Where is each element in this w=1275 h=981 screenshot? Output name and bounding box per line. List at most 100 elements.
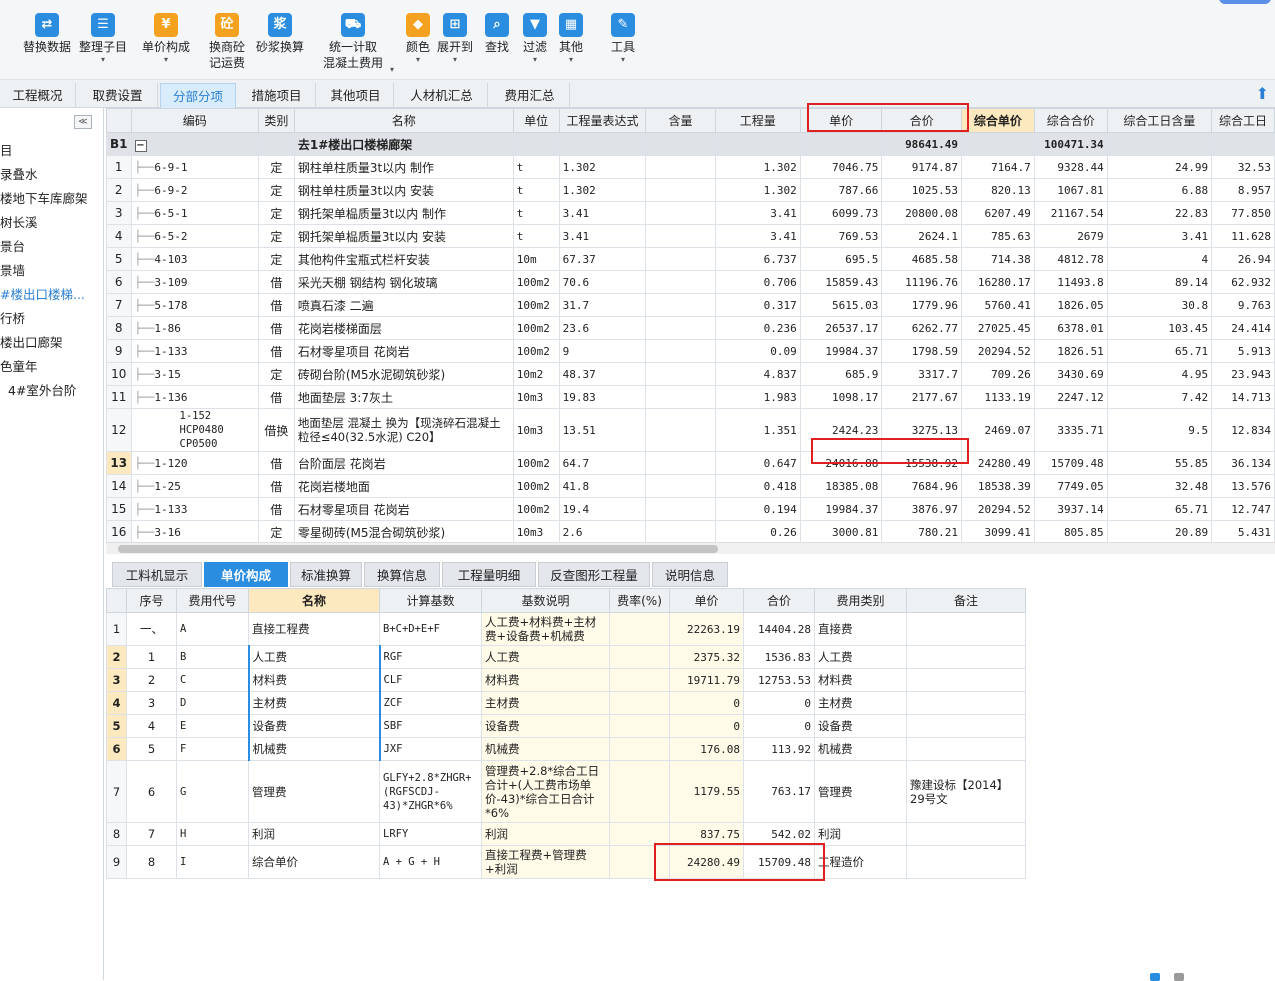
table-cell: 2 bbox=[126, 668, 177, 692]
group-row[interactable]: B1− 去1#楼出口楼梯廊架 98641.49 100471.34 bbox=[106, 132, 1275, 156]
column-header[interactable]: 名称 bbox=[248, 588, 380, 613]
bottom-tab-1[interactable]: 单价构成 bbox=[204, 562, 288, 587]
table-row[interactable]: 15 ├──1-133 借石材零星项目 花岗岩 100m2 19.4 0.194 19984… bbox=[106, 497, 1275, 521]
table-row[interactable]: 16 ├──3-16 定零星砌砖(M5混合砌筑砂浆) 10m3 2.6 0.26 3000.… bbox=[106, 520, 1275, 542]
table-row[interactable]: 10 ├──3-15 定砖砌台阶(M5水泥砌筑砂浆) 10m2 48.37 4.837 68… bbox=[106, 362, 1275, 386]
tree-node[interactable]: 景墙 bbox=[0, 260, 25, 282]
table-row[interactable]: 3 ├──6-5-1 定钢托架单榀质量3t以内 制作 t 3.41 3.41 6099.73… bbox=[106, 201, 1275, 225]
toolbar-button-filter[interactable]: ▼ 过滤 ▾ bbox=[521, 8, 549, 65]
toolbar-button-color[interactable]: ◆ 颜色 ▾ bbox=[404, 8, 432, 65]
horizontal-scrollbar[interactable] bbox=[106, 542, 1275, 554]
column-header[interactable]: 名称 bbox=[293, 108, 514, 133]
tab-2[interactable]: 分部分项 bbox=[160, 83, 236, 108]
column-header[interactable]: 单价 bbox=[669, 588, 744, 613]
table-row[interactable]: 13 ├──1-120 借台阶面层 花岗岩 100m2 64.7 0.647 24016.8… bbox=[106, 451, 1275, 475]
toolbar-button-find[interactable]: ⌕ 查找 bbox=[482, 8, 512, 55]
column-header[interactable]: 合价 bbox=[881, 108, 963, 133]
table-row[interactable]: 1 ├──6-9-1 定钢柱单柱质量3t以内 制作 t 1.302 1.302 7046.7… bbox=[106, 155, 1275, 179]
column-header[interactable]: 序号 bbox=[126, 588, 177, 613]
column-header[interactable]: 费用代号 bbox=[176, 588, 249, 613]
tree-node[interactable]: 目 bbox=[0, 140, 13, 162]
column-header[interactable]: 费率(%) bbox=[609, 588, 670, 613]
column-header[interactable]: 备注 bbox=[906, 588, 1026, 613]
tab-1[interactable]: 取费设置 bbox=[78, 83, 158, 108]
toolbar-button-organize-items[interactable]: ☰ 整理子目 ▾ bbox=[78, 8, 128, 65]
bottom-tab-4[interactable]: 工程量明细 bbox=[442, 562, 536, 587]
table-cell: 6 bbox=[106, 270, 132, 294]
table-row[interactable]: 1 一、 A 直接工程费 B+C+D+E+F 人工费+材料费+主材费+设备费+机械费 222… bbox=[106, 612, 1026, 646]
tree-node[interactable]: 色童年 bbox=[0, 356, 38, 378]
column-header[interactable]: 单位 bbox=[512, 108, 560, 133]
column-header[interactable]: 单价 bbox=[799, 108, 883, 133]
table-row[interactable]: 2 1 B 人工费 RGF 人工费 2375.32 1536.83 人工费 bbox=[106, 645, 1026, 669]
column-header[interactable]: 综合合价 bbox=[1033, 108, 1108, 133]
toolbar-button-other[interactable]: ▦ 其他 ▾ bbox=[558, 8, 584, 65]
table-row[interactable]: 8 7 H 利润 LRFY 利润 837.75 542.02 利润 bbox=[106, 822, 1026, 846]
table-row[interactable]: 4 ├──6-5-2 定钢托架单榀质量3t以内 安装 t 3.41 3.41 769.53 2… bbox=[106, 224, 1275, 248]
tab-6[interactable]: 费用汇总 bbox=[490, 83, 570, 108]
toolbar-button-expand-to[interactable]: ⊞ 展开到 ▾ bbox=[436, 8, 474, 65]
tree-node[interactable]: 4#室外台阶 bbox=[8, 380, 76, 402]
table-row[interactable]: 7 6 G 管理费 GLFY+2.8*ZHGR+(RGFSCDJ-43)*ZHGR*6%… bbox=[106, 760, 1026, 823]
corner-badge[interactable] bbox=[1219, 0, 1271, 4]
toolbar-button-concrete[interactable]: 砼换商砼 记运费 bbox=[206, 8, 248, 71]
tab-0[interactable]: 工程概况 bbox=[0, 83, 76, 108]
tree-node[interactable]: 录叠水 bbox=[0, 164, 38, 186]
table-row[interactable]: 14 ├──1-25 借花岗岩楼地面 100m2 41.8 0.418 18385.08 76… bbox=[106, 474, 1275, 498]
column-header[interactable]: 编码 bbox=[130, 108, 259, 133]
column-header[interactable]: 工程量表达式 bbox=[558, 108, 647, 133]
bottom-tab-5[interactable]: 反查图形工程量 bbox=[538, 562, 650, 587]
bottom-tab-6[interactable]: 说明信息 bbox=[652, 562, 728, 587]
bottom-tab-2[interactable]: 标准换算 bbox=[290, 562, 362, 587]
table-row[interactable]: 5 4 E 设备费 SBF 设备费 0 0 设备费 bbox=[106, 714, 1026, 738]
table-row[interactable]: 3 2 C 材料费 CLF 材料费 19711.79 12753.53 材料费 bbox=[106, 668, 1026, 692]
column-header[interactable]: 综合单价 bbox=[961, 108, 1035, 133]
table-row[interactable]: 2 ├──6-9-2 定钢柱单柱质量3t以内 安装 t 1.302 1.302 787.66… bbox=[106, 178, 1275, 202]
column-header[interactable]: 计算基数 bbox=[379, 588, 482, 613]
table-row[interactable]: 6 5 F 机械费 JXF 机械费 176.08 113.92 机械费 bbox=[106, 737, 1026, 761]
tree-node[interactable]: #楼出口楼梯... bbox=[0, 284, 85, 306]
column-header[interactable]: 工程量 bbox=[714, 108, 801, 133]
collapse-toggle-icon[interactable]: − bbox=[134, 139, 147, 152]
tree-node[interactable]: 树长溪 bbox=[0, 212, 38, 234]
table-cell: 定 bbox=[257, 178, 295, 202]
table-row[interactable]: 4 3 D 主材费 ZCF 主材费 0 0 主材费 bbox=[106, 691, 1026, 715]
column-header[interactable] bbox=[106, 108, 132, 133]
column-header[interactable]: 综合工日含量 bbox=[1106, 108, 1213, 133]
column-header[interactable] bbox=[106, 588, 127, 613]
table-row[interactable]: 11 ├──1-136 借地面垫层 3:7灰土 10m3 19.83 1.983 1098.… bbox=[106, 385, 1275, 409]
tree-node[interactable]: 行桥 bbox=[0, 308, 25, 330]
table-row[interactable]: 9 ├──1-133 借石材零星项目 花岗岩 100m2 9 0.09 19984.37 17… bbox=[106, 339, 1275, 363]
toolbar-label: 记运费 bbox=[208, 56, 245, 70]
column-header[interactable]: 综合工日 bbox=[1211, 108, 1275, 133]
toolbar-button-tools[interactable]: ✎ 工具 ▾ bbox=[610, 8, 636, 65]
toolbar-button-unify-fee[interactable]: ⛟ 统一计取 混凝土费用 ▾ bbox=[318, 8, 394, 74]
tree-node[interactable]: 楼出口廊架 bbox=[0, 332, 63, 354]
column-header[interactable]: 含量 bbox=[645, 108, 716, 133]
column-header[interactable]: 合价 bbox=[743, 588, 815, 613]
column-header[interactable]: 费用类别 bbox=[814, 588, 907, 613]
toolbar-button-replace-data[interactable]: ⇄ 替换数据 bbox=[22, 8, 72, 55]
column-header[interactable]: 类别 bbox=[257, 108, 295, 133]
column-header[interactable]: 基数说明 bbox=[481, 588, 610, 613]
table-row[interactable]: 9 8 I 综合单价 A + G + H 直接工程费+管理费+利润 24280.49 1570… bbox=[106, 845, 1026, 879]
table-row[interactable]: 12 1-152 HCP0480 CP0500 借换 地面垫层 混凝土 换为【现浇碎石… bbox=[106, 408, 1275, 452]
tab-5[interactable]: 人材机汇总 bbox=[396, 83, 488, 108]
table-cell: CLF bbox=[379, 668, 482, 692]
table-row[interactable]: 8 ├──1-86 借花岗岩楼梯面层 100m2 23.6 0.236 26537.17 62… bbox=[106, 316, 1275, 340]
tree-node[interactable]: 景台 bbox=[0, 236, 25, 258]
tree-node[interactable]: 楼地下车库廊架 bbox=[0, 188, 88, 210]
tab-3[interactable]: 措施项目 bbox=[238, 83, 316, 108]
toolbar-button-mortar[interactable]: 浆砂浆换算 bbox=[254, 8, 306, 55]
bottom-tab-0[interactable]: 工料机显示 bbox=[112, 562, 202, 587]
table-row[interactable]: 5 ├──4-103 定其他构件宝瓶式栏杆安装 10m 67.37 6.737 695.5 4… bbox=[106, 247, 1275, 271]
arrow-up-icon[interactable]: ⬆ bbox=[1256, 84, 1269, 103]
collapse-tree-button[interactable]: ≪ bbox=[74, 115, 92, 129]
toolbar-button-unit-price[interactable]: ¥ 单价构成 ▾ bbox=[140, 8, 192, 65]
table-row[interactable]: 7 ├──5-178 借喷真石漆 二遍 100m2 31.7 0.317 5615.03 17… bbox=[106, 293, 1275, 317]
unify-fee-icon: ⛟ bbox=[341, 13, 365, 37]
bottom-tab-3[interactable]: 换算信息 bbox=[364, 562, 440, 587]
scrollbar-thumb[interactable] bbox=[118, 545, 718, 553]
table-row[interactable]: 6 ├──3-109 借采光天棚 钢结构 钢化玻璃 100m2 70.6 0.706 158… bbox=[106, 270, 1275, 294]
tab-4[interactable]: 其他项目 bbox=[318, 83, 394, 108]
